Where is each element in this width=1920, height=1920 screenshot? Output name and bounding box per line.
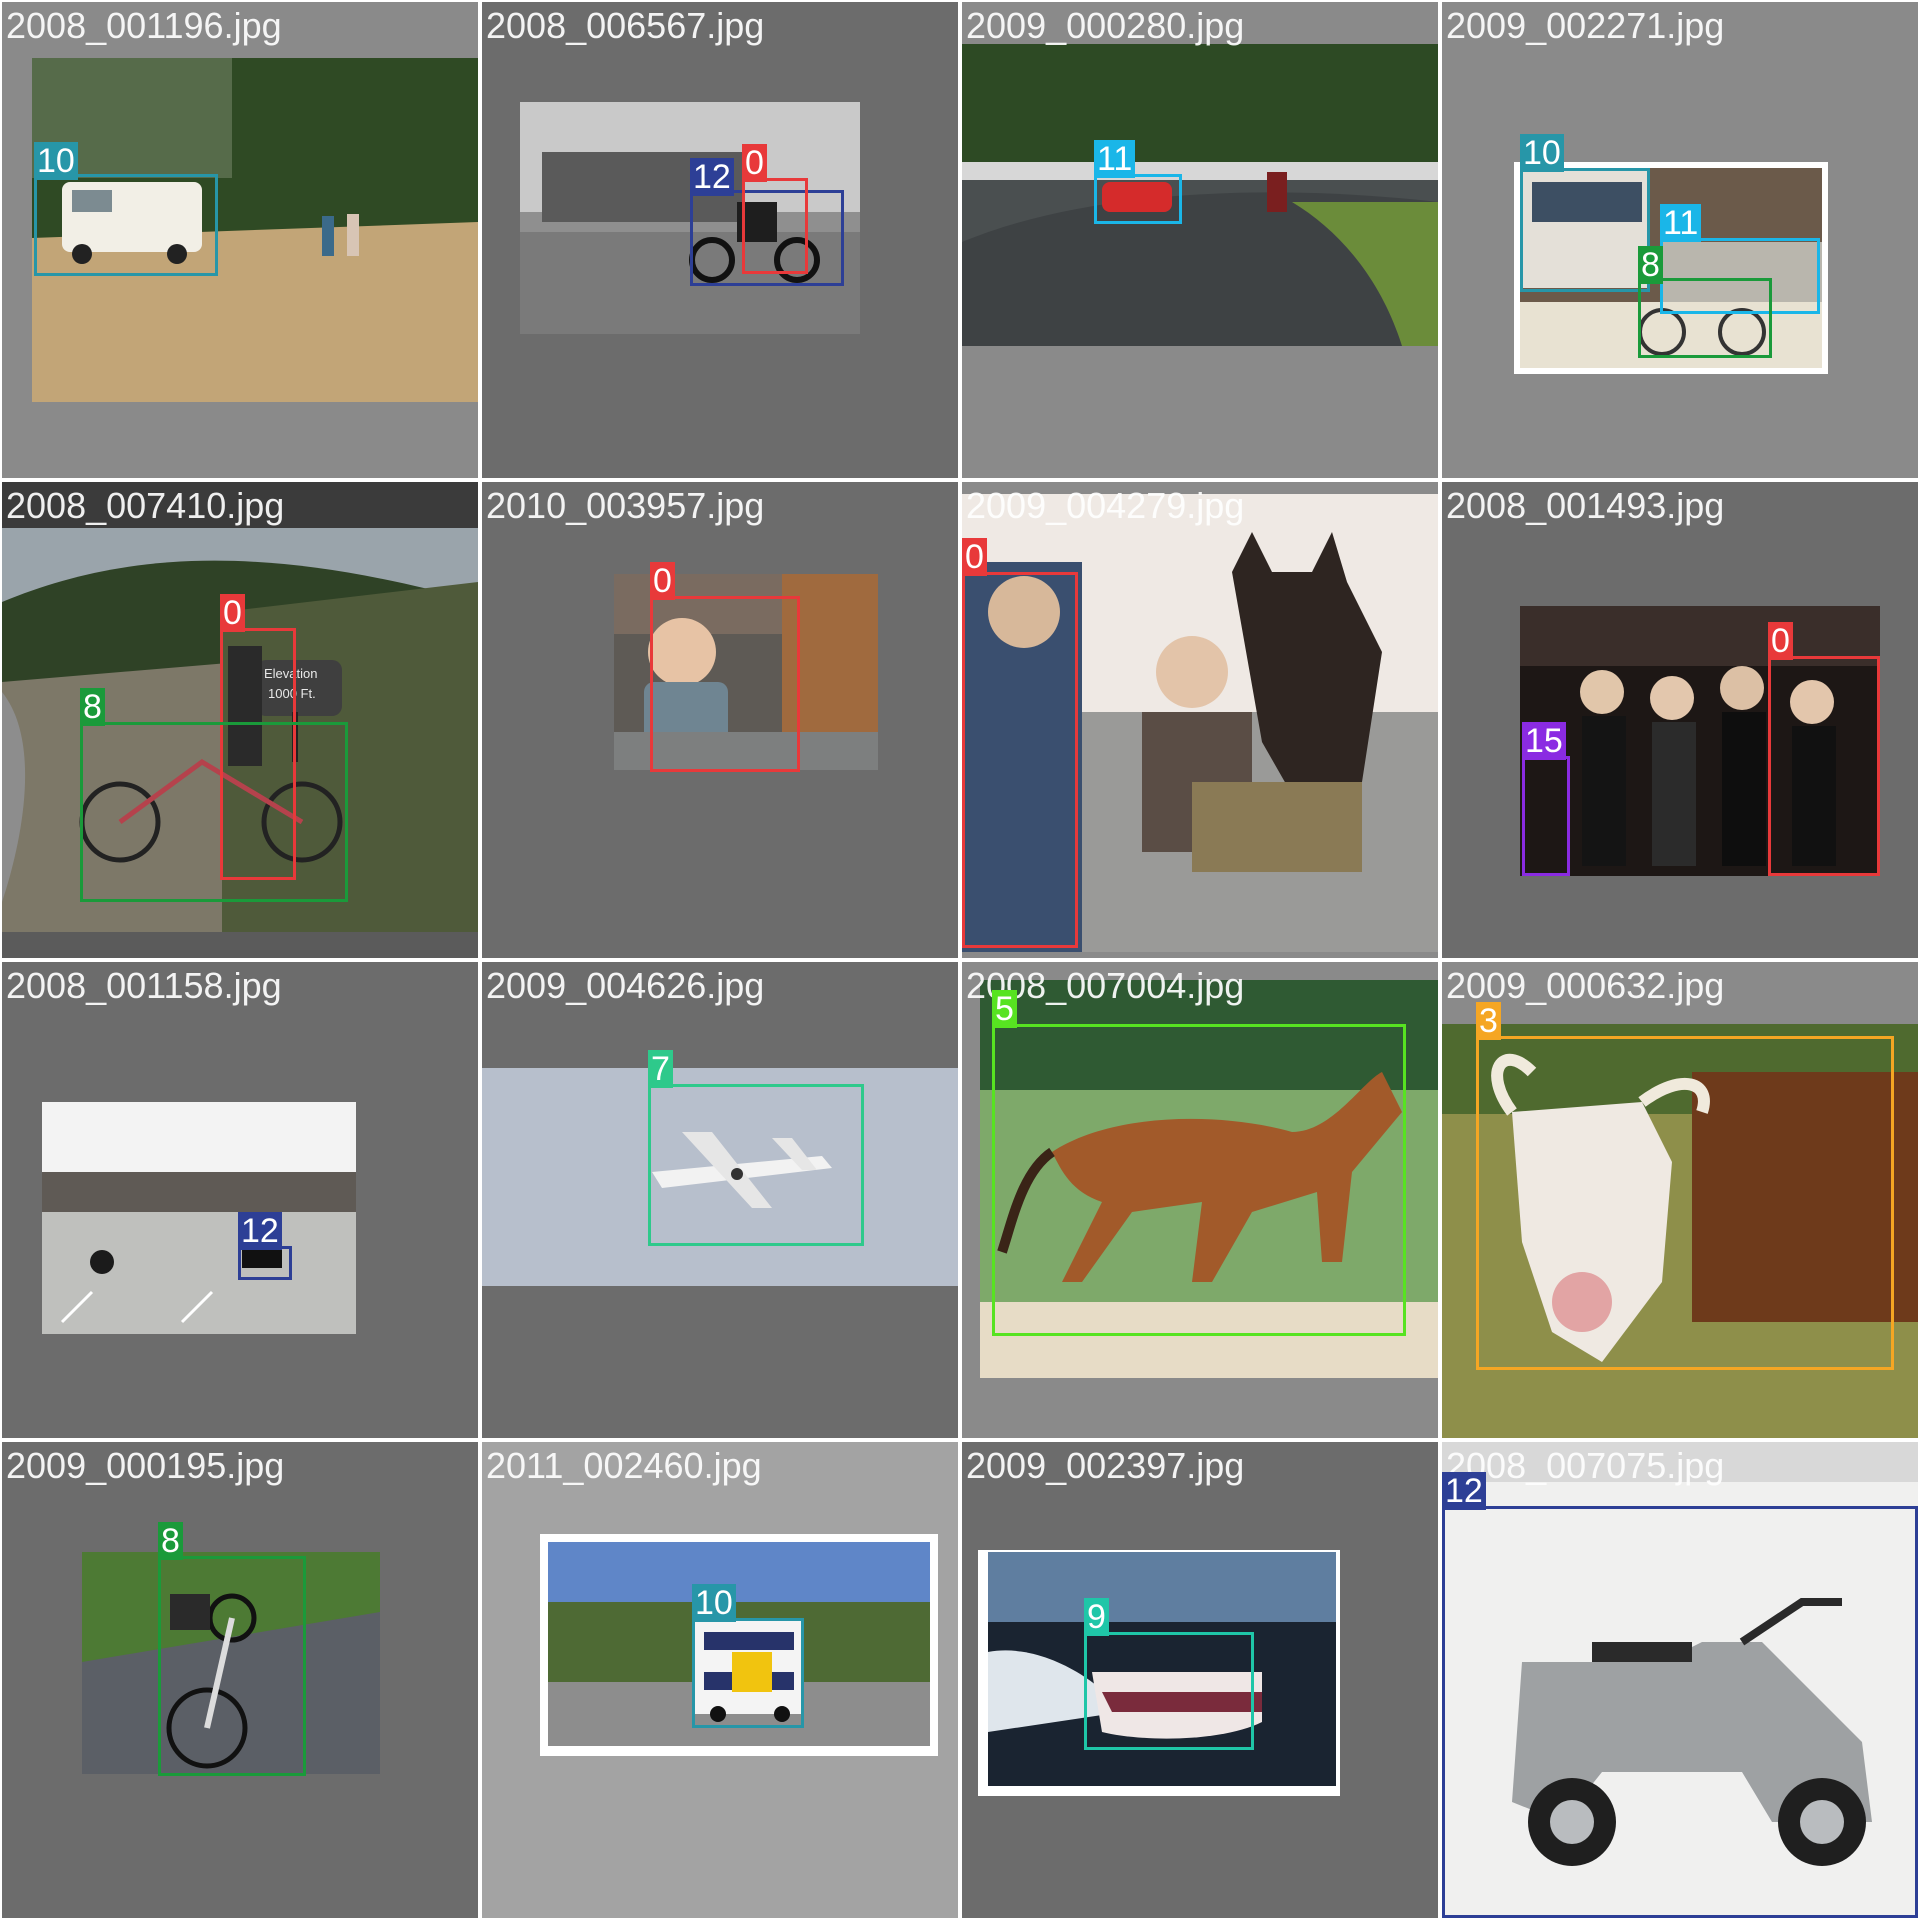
tile: 2008_001158.jpg 12 bbox=[2, 962, 478, 1438]
bbox-label-12: 12 bbox=[1442, 1472, 1486, 1510]
bbox-label-5: 5 bbox=[992, 990, 1017, 1028]
bbox-class-8 bbox=[1638, 278, 1772, 358]
tile: 2009_000195.jpg 8 bbox=[2, 1442, 478, 1918]
bbox-class-0 bbox=[650, 596, 800, 772]
tile-image bbox=[2, 962, 478, 1438]
tile: 2008_001493.jpg 15 0 bbox=[1442, 482, 1918, 958]
image-filename: 2008_001196.jpg bbox=[6, 5, 282, 46]
augmented-image-mosaic: 2008_001196.jpg 10 2008_006567.jpg 12 0 bbox=[0, 0, 1920, 1920]
bbox-class-7 bbox=[648, 1084, 864, 1246]
tile: 2008_006567.jpg 12 0 bbox=[482, 2, 958, 478]
tile: 2008_007004.jpg 5 bbox=[962, 962, 1438, 1438]
image-filename: 2008_001158.jpg bbox=[6, 965, 282, 1006]
bbox-label-12: 12 bbox=[690, 158, 734, 196]
tile: 2009_002271.jpg 10 11 8 bbox=[1442, 2, 1918, 478]
image-filename: 2011_002460.jpg bbox=[486, 1445, 762, 1486]
bbox-label-0: 0 bbox=[1768, 622, 1793, 660]
bbox-label-10: 10 bbox=[1520, 134, 1564, 172]
bbox-label-9: 9 bbox=[1084, 1598, 1109, 1636]
bbox-label-10: 10 bbox=[692, 1584, 736, 1622]
image-filename: 2009_000195.jpg bbox=[6, 1445, 285, 1486]
bbox-label-7: 7 bbox=[648, 1050, 673, 1088]
image-filename: 2009_004279.jpg bbox=[966, 485, 1245, 526]
tile: 2008_007410.jpg Elevation 1000 Ft. 0 8 bbox=[2, 482, 478, 958]
image-filename: 2009_000632.jpg bbox=[1446, 965, 1725, 1006]
bbox-class-10 bbox=[1520, 168, 1650, 292]
bbox-class-0 bbox=[962, 572, 1078, 948]
bbox-label-8: 8 bbox=[80, 688, 105, 726]
bbox-label-0: 0 bbox=[220, 594, 245, 632]
bbox-class-9 bbox=[1084, 1632, 1254, 1750]
image-filename: 2008_006567.jpg bbox=[486, 5, 765, 46]
bbox-class-8 bbox=[158, 1556, 306, 1776]
image-filename: 2010_003957.jpg bbox=[486, 485, 765, 526]
bbox-label-11: 11 bbox=[1660, 204, 1702, 242]
tile: 2009_002397.jpg 9 bbox=[962, 1442, 1438, 1918]
image-filename: 2009_000280.jpg bbox=[966, 5, 1245, 46]
bbox-class-0 bbox=[742, 178, 808, 274]
tile: 2008_001196.jpg 10 bbox=[2, 2, 478, 478]
bbox-class-10 bbox=[34, 174, 218, 276]
image-filename: 2008_007075.jpg bbox=[1446, 1445, 1725, 1486]
bbox-label-0: 0 bbox=[742, 144, 767, 182]
bbox-label-10: 10 bbox=[34, 142, 78, 180]
tile: 2009_000632.jpg 3 bbox=[1442, 962, 1918, 1438]
bbox-class-8 bbox=[80, 722, 348, 902]
bbox-class-3 bbox=[1476, 1036, 1894, 1370]
bbox-class-15 bbox=[1522, 756, 1570, 876]
bbox-class-10 bbox=[692, 1618, 804, 1728]
bbox-label-15: 15 bbox=[1522, 722, 1566, 760]
image-filename: 2009_004626.jpg bbox=[486, 965, 765, 1006]
tile: 2009_000280.jpg 11 bbox=[962, 2, 1438, 478]
bbox-label-0: 0 bbox=[962, 538, 987, 576]
tile: 2009_004279.jpg 0 bbox=[962, 482, 1438, 958]
tile: 2008_007075.jpg 12 bbox=[1442, 1442, 1918, 1918]
image-filename: 2008_001493.jpg bbox=[1446, 485, 1725, 526]
image-filename: 2009_002271.jpg bbox=[1446, 5, 1725, 46]
bbox-class-12 bbox=[238, 1246, 292, 1280]
image-filename: 2008_007410.jpg bbox=[6, 485, 285, 526]
bbox-label-3: 3 bbox=[1476, 1002, 1501, 1040]
tile-image bbox=[962, 2, 1438, 478]
bbox-label-0: 0 bbox=[650, 562, 675, 600]
image-filename: 2009_002397.jpg bbox=[966, 1445, 1245, 1486]
tile: 2011_002460.jpg 10 bbox=[482, 1442, 958, 1918]
bbox-label-8: 8 bbox=[1638, 246, 1663, 284]
bbox-class-5 bbox=[992, 1024, 1406, 1336]
bbox-label-11: 11 bbox=[1094, 140, 1136, 178]
tile: 2009_004626.jpg 7 bbox=[482, 962, 958, 1438]
bbox-class-12 bbox=[1442, 1506, 1918, 1918]
bbox-class-11 bbox=[1094, 174, 1182, 224]
bbox-class-0 bbox=[1768, 656, 1880, 876]
tile: 2010_003957.jpg 0 bbox=[482, 482, 958, 958]
bbox-label-8: 8 bbox=[158, 1522, 183, 1560]
bbox-label-12: 12 bbox=[238, 1212, 282, 1250]
